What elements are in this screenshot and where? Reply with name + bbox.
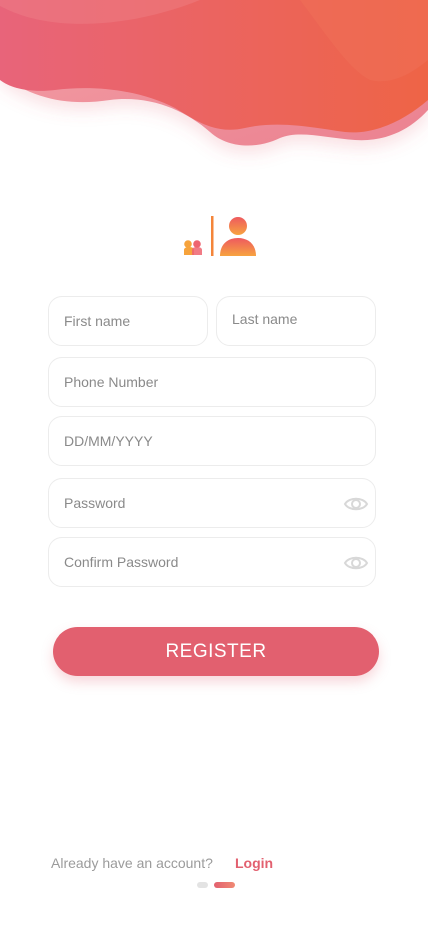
- pager-dot-inactive[interactable]: [197, 882, 208, 888]
- header-wave-background: [0, 0, 428, 146]
- dob-field[interactable]: [48, 416, 376, 466]
- register-button[interactable]: REGISTER: [53, 627, 379, 676]
- users-logo-icon: [184, 216, 256, 256]
- login-link[interactable]: Login: [235, 855, 273, 871]
- phone-field[interactable]: [48, 357, 376, 407]
- first-name-field[interactable]: [48, 296, 208, 346]
- last-name-input[interactable]: [232, 295, 330, 343]
- first-name-input[interactable]: [64, 297, 162, 345]
- last-name-field[interactable]: [216, 295, 376, 346]
- confirm-password-input[interactable]: [64, 538, 330, 586]
- confirm-password-field[interactable]: [48, 537, 376, 587]
- password-input[interactable]: [64, 479, 330, 527]
- eye-icon[interactable]: [343, 492, 369, 516]
- eye-icon[interactable]: [343, 551, 369, 575]
- already-have-account-text: Already have an account?: [51, 855, 213, 871]
- password-field[interactable]: [48, 478, 376, 528]
- pager-dot-active[interactable]: [214, 882, 235, 888]
- phone-input[interactable]: [64, 358, 330, 406]
- dob-input[interactable]: [64, 417, 330, 465]
